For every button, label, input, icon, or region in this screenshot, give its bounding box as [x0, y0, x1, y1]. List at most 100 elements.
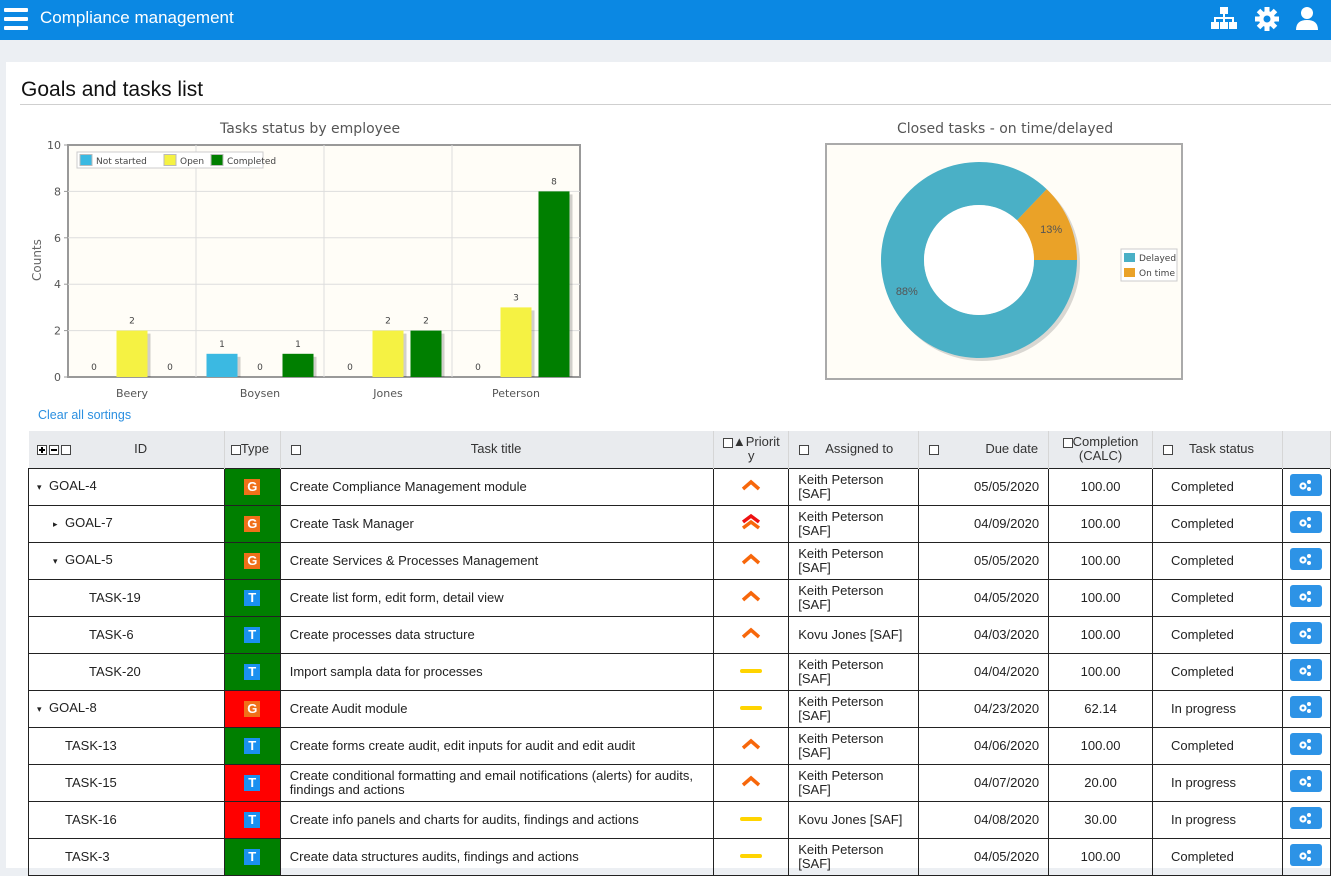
goal-type-icon: G — [244, 478, 261, 495]
priority-column-header[interactable]: ▲Priority — [713, 431, 790, 468]
sitemap-icon[interactable] — [1209, 4, 1239, 34]
title-cell[interactable]: Create Services & Processes Management — [279, 541, 715, 580]
assigned-column-header[interactable]: Assigned to — [788, 431, 920, 468]
expand-caret-icon[interactable]: ▸ — [53, 517, 65, 531]
row-actions-button[interactable] — [1290, 659, 1323, 681]
title-filter-checkbox[interactable] — [290, 444, 301, 455]
title-cell[interactable]: Create Task Manager — [279, 504, 715, 543]
actions-cell — [1281, 800, 1331, 839]
bar — [206, 353, 238, 377]
due-date-cell: 04/03/2020 — [918, 615, 1050, 654]
table-row[interactable]: ▾ GOAL-8 G Create Audit module Keith Peterso… — [28, 689, 1331, 728]
row-actions-button[interactable] — [1290, 696, 1323, 718]
row-actions-button[interactable] — [1290, 511, 1323, 533]
collapse-caret-icon[interactable]: ▾ — [53, 554, 65, 568]
completion-cell: 100.00 — [1048, 578, 1154, 617]
row-actions-button[interactable] — [1290, 770, 1323, 792]
goal-type-icon: G — [244, 700, 261, 717]
clear-all-sortings-link[interactable]: Clear all sortings — [38, 408, 131, 422]
type-filter-checkbox[interactable] — [230, 444, 241, 455]
title-cell[interactable]: Create forms create audit, edit inputs f… — [279, 726, 715, 765]
table-row[interactable]: TASK-6 T Create processes data structure Ko… — [28, 615, 1331, 654]
id-filter-checkbox[interactable] — [60, 444, 71, 455]
row-actions-button[interactable] — [1290, 807, 1323, 829]
title-cell[interactable]: Create data structures audits, findings … — [279, 837, 715, 876]
due-date-cell: 04/09/2020 — [918, 504, 1050, 543]
table-row[interactable]: ▾ GOAL-4 G Create Compliance Management mod… — [28, 467, 1331, 506]
bar-value-label: 3 — [513, 293, 519, 303]
title-cell[interactable]: Create processes data structure — [279, 615, 715, 654]
type-column-header[interactable]: Type — [224, 431, 281, 468]
title-cell[interactable]: Create Compliance Management module — [279, 467, 715, 506]
row-id: TASK-20 — [89, 663, 141, 679]
priority-high-icon — [742, 479, 761, 491]
priority-column-label: Priority — [745, 434, 780, 464]
task-type-icon: T — [244, 737, 261, 754]
type-cell: G — [223, 541, 281, 580]
priority-filter-checkbox[interactable] — [722, 437, 733, 448]
title-cell[interactable]: Create Audit module — [279, 689, 715, 728]
status-column-header[interactable]: Task status — [1152, 431, 1283, 468]
y-tick-label: 8 — [54, 185, 61, 198]
priority-sort-icon[interactable]: ▲ — [733, 434, 746, 449]
row-id: GOAL-8 — [49, 700, 97, 715]
row-actions-button[interactable] — [1290, 733, 1323, 755]
status-cell: In progress — [1152, 800, 1283, 839]
y-tick-label: 10 — [47, 139, 61, 152]
gear-icon[interactable] — [1252, 4, 1282, 34]
y-tick-label: 6 — [54, 232, 61, 245]
assigned-cell: Keith Peterson [SAF] — [788, 652, 920, 691]
title-cell[interactable]: Create list form, edit form, detail view — [279, 578, 715, 617]
priority-cell — [713, 504, 790, 543]
title-cell[interactable]: Import sampla data for processes — [279, 652, 715, 691]
title-cell[interactable]: Create info panels and charts for audits… — [279, 800, 715, 839]
menu-icon[interactable] — [4, 8, 28, 30]
row-actions-button[interactable] — [1290, 585, 1323, 607]
collapse-caret-icon[interactable]: ▾ — [37, 702, 49, 716]
collapse-all-button[interactable] — [48, 444, 59, 455]
cogs-icon — [1299, 517, 1312, 528]
priority-high-icon — [742, 738, 761, 750]
completion-cell: 100.00 — [1048, 652, 1154, 691]
priority-cell — [713, 800, 790, 839]
row-actions-button[interactable] — [1290, 474, 1323, 496]
title-column-header[interactable]: Task title — [280, 431, 715, 468]
donut-hole — [924, 205, 1034, 315]
due-column-header[interactable]: Due date — [918, 431, 1050, 468]
title-cell[interactable]: Create conditional formatting and email … — [279, 763, 715, 802]
assigned-cell: Kovu Jones [SAF] — [788, 800, 920, 839]
table-row[interactable]: ▸ GOAL-7 G Create Task Manager Keith Peterso… — [28, 504, 1331, 543]
id-column-header[interactable]: ID — [28, 431, 225, 468]
table-row[interactable]: TASK-19 T Create list form, edit form, det… — [28, 578, 1331, 617]
goals-tasks-table: ID Type Task title ▲Priority Assigned to… — [28, 431, 1331, 876]
status-cell: Completed — [1152, 726, 1283, 765]
priority-cell — [713, 763, 790, 802]
completion-column-header[interactable]: Completion (CALC) — [1048, 431, 1154, 468]
table-row[interactable]: ▾ GOAL-5 G Create Services & Processes Mana… — [28, 541, 1331, 580]
task-type-icon: T — [244, 811, 261, 828]
table-row[interactable]: TASK-3 T Create data structures audits, fi… — [28, 837, 1331, 876]
status-filter-checkbox[interactable] — [1163, 444, 1174, 455]
actions-cell — [1281, 467, 1331, 506]
status-cell: Completed — [1152, 578, 1283, 617]
due-date-cell: 04/05/2020 — [918, 837, 1050, 876]
id-cell: TASK-15 — [28, 763, 225, 802]
due-filter-checkbox[interactable] — [929, 444, 940, 455]
type-cell: T — [223, 800, 281, 839]
completion-filter-checkbox[interactable] — [1062, 437, 1073, 448]
user-icon[interactable] — [1292, 4, 1322, 34]
collapse-caret-icon[interactable]: ▾ — [37, 480, 49, 494]
expand-all-button[interactable] — [36, 444, 47, 455]
bar-chart-title: Tasks status by employee — [220, 121, 401, 137]
priority-medium-icon — [740, 668, 763, 673]
actions-column-header — [1282, 431, 1331, 468]
row-actions-button[interactable] — [1290, 844, 1323, 866]
slice-label: 13% — [1040, 224, 1062, 236]
row-actions-button[interactable] — [1290, 622, 1323, 644]
table-row[interactable]: TASK-13 T Create forms create audit, edit … — [28, 726, 1331, 765]
table-row[interactable]: TASK-20 T Import sampla data for processes… — [28, 652, 1331, 691]
assigned-filter-checkbox[interactable] — [799, 444, 810, 455]
table-row[interactable]: TASK-15 T Create conditional formatting an… — [28, 763, 1331, 802]
row-actions-button[interactable] — [1290, 548, 1323, 570]
table-row[interactable]: TASK-16 T Create info panels and charts fo… — [28, 800, 1331, 839]
